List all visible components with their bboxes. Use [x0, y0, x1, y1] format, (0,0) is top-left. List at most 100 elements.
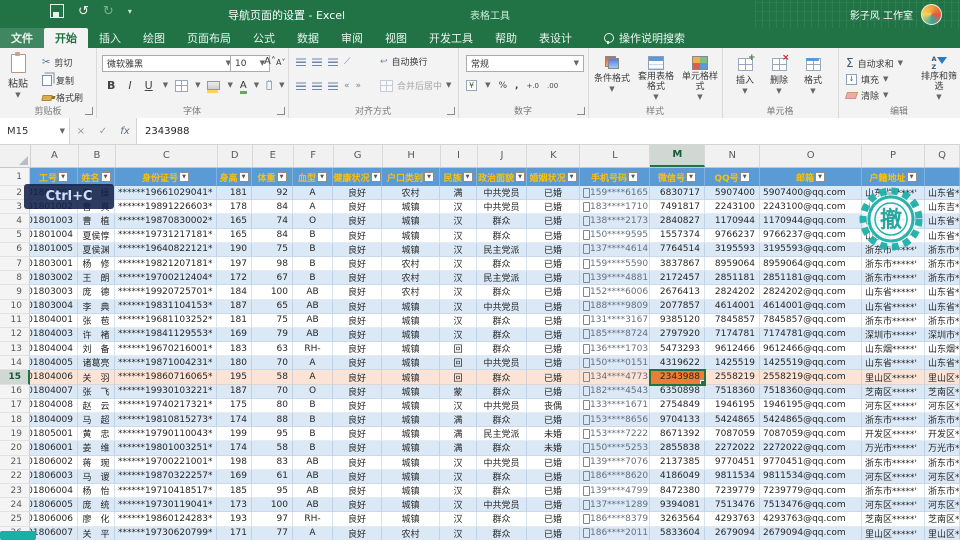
- cell-J23[interactable]: 群众: [477, 484, 527, 498]
- cell-B4[interactable]: 曹 植: [78, 214, 115, 228]
- cell-K23[interactable]: 已婚: [527, 484, 580, 498]
- cell-D24[interactable]: 173: [217, 498, 252, 512]
- cell-A9[interactable]: 201803003: [30, 285, 78, 299]
- cell-C14[interactable]: ******19871004231*: [115, 356, 217, 370]
- cell-I19[interactable]: 满: [440, 427, 477, 441]
- cell-C16[interactable]: ******19930103221*: [115, 385, 217, 399]
- cell-O11[interactable]: 7845857@qq.com: [760, 314, 862, 328]
- cell-A16[interactable]: 201804007: [30, 385, 78, 399]
- cell-N20[interactable]: 2272022: [705, 441, 760, 455]
- cell-L8[interactable]: 139****4881: [580, 271, 650, 285]
- cell-O20[interactable]: 2272022@qq.com: [760, 441, 862, 455]
- cell-J10[interactable]: 中共党员: [477, 300, 527, 314]
- font-color-dropdown-icon[interactable]: ▼: [254, 82, 259, 89]
- cell-O8[interactable]: 2851181@qq.com: [760, 271, 862, 285]
- cell-A7[interactable]: 201803001: [30, 257, 78, 271]
- tab-draw[interactable]: 绘图: [132, 28, 176, 48]
- cell-F25[interactable]: RH-: [293, 512, 333, 526]
- cell-F4[interactable]: O: [293, 214, 333, 228]
- cell-A4[interactable]: 201801003: [30, 214, 78, 228]
- cell-H18[interactable]: 城镇: [382, 413, 440, 427]
- clear-button[interactable]: 清除 ▼: [846, 89, 903, 102]
- cell-K9[interactable]: 已婚: [527, 285, 580, 299]
- cell-F23[interactable]: AB: [293, 484, 333, 498]
- cell-D7[interactable]: 197: [217, 257, 252, 271]
- cell-L19[interactable]: 153****7222: [580, 427, 650, 441]
- cell-Q20[interactable]: 万光市***: [925, 441, 960, 455]
- cell-O14[interactable]: 1425519@qq.com: [760, 356, 862, 370]
- cell-L23[interactable]: 139****4799: [580, 484, 650, 498]
- cell-O17[interactable]: 1946195@qq.com: [760, 399, 862, 413]
- cell-C21[interactable]: ******19700221001*: [115, 456, 217, 470]
- cell-D23[interactable]: 185: [217, 484, 252, 498]
- cell-H24[interactable]: 城镇: [382, 498, 440, 512]
- cell-D9[interactable]: 184: [217, 285, 252, 299]
- cell-O21[interactable]: 9770451@qq.com: [760, 456, 862, 470]
- cell-J22[interactable]: 群众: [477, 470, 527, 484]
- filter-button-D[interactable]: ▼: [239, 172, 249, 182]
- cell-C25[interactable]: ******19860124283*: [115, 512, 217, 526]
- cell-B14[interactable]: 诸葛亮: [78, 356, 115, 370]
- tab-data[interactable]: 数据: [286, 28, 330, 48]
- cell-B19[interactable]: 黄 忠: [78, 427, 115, 441]
- cell-Q5[interactable]: 山东省***: [925, 229, 960, 243]
- cell-J3[interactable]: 中共党员: [477, 200, 527, 214]
- cell-D26[interactable]: 171: [217, 527, 252, 540]
- cell-L2[interactable]: 159****6165: [580, 186, 650, 200]
- cell-G8[interactable]: 良好: [333, 271, 382, 285]
- column-header-E[interactable]: E: [253, 144, 294, 167]
- cell-O5[interactable]: 9766237@qq.com: [760, 229, 862, 243]
- column-header-F[interactable]: F: [294, 144, 334, 167]
- cell-E8[interactable]: 67: [252, 271, 293, 285]
- cell-M21[interactable]: 2137385: [650, 456, 705, 470]
- cell-P2[interactable]: 山东省*****': [862, 186, 925, 200]
- font-name-combo[interactable]: 微软雅黑 ▼: [102, 55, 236, 72]
- cell-C7[interactable]: ******19821207181*: [115, 257, 217, 271]
- clipboard-dialog-launcher[interactable]: [85, 107, 93, 115]
- cell-N4[interactable]: 1170944: [705, 214, 760, 228]
- paste-dropdown-icon[interactable]: ▼: [15, 92, 20, 99]
- cell-O26[interactable]: 2679094@qq.com: [760, 527, 862, 540]
- cell-N15[interactable]: 2558219: [705, 370, 760, 384]
- format-as-table-button[interactable]: 套用表格格式 ▼: [634, 56, 678, 101]
- cell-J8[interactable]: 民主党派: [477, 271, 527, 285]
- cell-M15[interactable]: 2343988: [650, 370, 705, 384]
- row-header-12[interactable]: 12: [0, 328, 30, 342]
- cell-L7[interactable]: 159****5590: [580, 257, 650, 271]
- cell-L6[interactable]: 137****4614: [580, 243, 650, 257]
- cell-F17[interactable]: B: [293, 399, 333, 413]
- column-header-K[interactable]: K: [527, 144, 580, 167]
- cell-H14[interactable]: 城镇: [382, 356, 440, 370]
- cell-E6[interactable]: 75: [252, 243, 293, 257]
- cell-Q16[interactable]: 芝南区***: [925, 385, 960, 399]
- row-header-5[interactable]: 5: [0, 229, 30, 243]
- cell-E10[interactable]: 65: [252, 300, 293, 314]
- cell-E5[interactable]: 84: [252, 229, 293, 243]
- cell-D2[interactable]: 181: [217, 186, 252, 200]
- cell-G19[interactable]: 良好: [333, 427, 382, 441]
- cell-L13[interactable]: 136****1703: [580, 342, 650, 356]
- cell-H8[interactable]: 农村: [382, 271, 440, 285]
- cell-O19[interactable]: 7087059@qq.com: [760, 427, 862, 441]
- filter-button-L[interactable]: ▼: [628, 172, 638, 182]
- cell-E12[interactable]: 79: [252, 328, 293, 342]
- cell-K11[interactable]: 已婚: [527, 314, 580, 328]
- cell-K20[interactable]: 未婚: [527, 441, 580, 455]
- cell-K3[interactable]: 已婚: [527, 200, 580, 214]
- cell-N21[interactable]: 9770451: [705, 456, 760, 470]
- phonetic-guide-icon[interactable]: 文̈: [266, 80, 272, 91]
- cell-J15[interactable]: 群众: [477, 370, 527, 384]
- cell-L24[interactable]: 137****1289: [580, 498, 650, 512]
- cell-L11[interactable]: 131****3167: [580, 314, 650, 328]
- delete-cells-button[interactable]: 删除 ▼: [762, 58, 796, 95]
- fill-color-icon[interactable]: [207, 81, 220, 90]
- phonetic-dropdown-icon[interactable]: ▼: [279, 82, 284, 89]
- cell-K24[interactable]: 已婚: [527, 498, 580, 512]
- cell-P7[interactable]: 浙东市*****': [862, 257, 925, 271]
- cell-G17[interactable]: 良好: [333, 399, 382, 413]
- cell-A19[interactable]: 201805001: [30, 427, 78, 441]
- cell-A20[interactable]: 201806001: [30, 441, 78, 455]
- cell-E21[interactable]: 83: [252, 456, 293, 470]
- row-header-7[interactable]: 7: [0, 257, 30, 271]
- cell-K6[interactable]: 已婚: [527, 243, 580, 257]
